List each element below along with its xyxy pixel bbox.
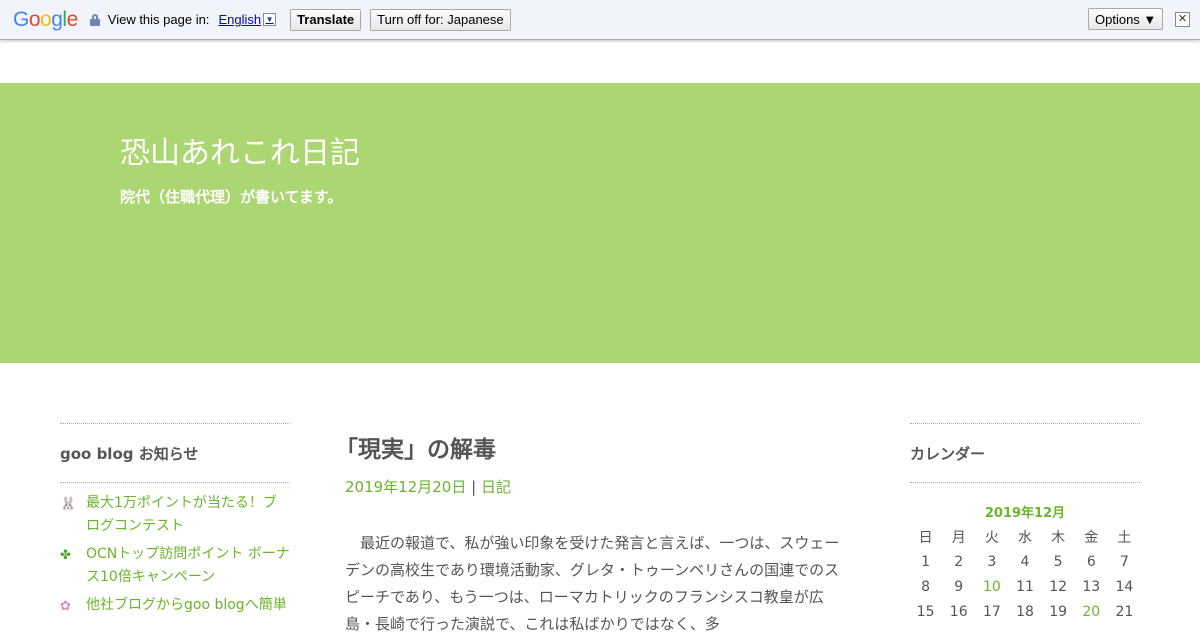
language-value[interactable]: English: [218, 12, 261, 27]
calendar-day: 7: [1119, 553, 1129, 570]
calendar-heading: カレンダー: [910, 445, 986, 463]
calendar-day: 12: [1049, 578, 1068, 595]
google-logo-letter: g: [51, 7, 63, 31]
list-item[interactable]: 🐰 最大1万ポイントが当たる！ブログコンテスト: [60, 492, 290, 538]
post: 「現実」の解毒 2019年12月20日 | 日記 最近の報道で、私が強い印象を受…: [335, 423, 845, 638]
blog-header: [0, 83, 1200, 363]
notice-heading: goo blog お知らせ: [60, 445, 199, 463]
calendar-day: 2: [954, 553, 964, 570]
turn-off-button[interactable]: Turn off for: Japanese: [370, 8, 511, 31]
calendar: 日月火水木金土 1 2 3 4 5 6 7 8 9 10 11 12 13 14 15 16 17 18 19 20 21: [909, 524, 1141, 624]
language-select[interactable]: English ▼: [218, 12, 277, 27]
google-logo-letter: o: [28, 7, 41, 31]
calendar-weekday: 土: [1117, 529, 1132, 546]
post-body: 最近の報道で、私が強い印象を受けた発言と言えば、一つは、スウェーデンの高校生であ…: [345, 534, 840, 633]
calendar-day: 9: [954, 578, 964, 595]
post-title[interactable]: 「現実」の解毒: [335, 423, 845, 464]
calendar-day-link[interactable]: 20: [1075, 599, 1108, 624]
right-sidebar: カレンダー 2019年12月 日月火水木金土 1 2 3 4 5 6 7 8 9 10 11 12 13 1…: [910, 423, 1140, 624]
notice-link[interactable]: OCNトップ訪問ポイント ボーナス10倍キャンペーン: [86, 543, 290, 589]
google-logo-letter: G: [13, 7, 29, 31]
google-logo-letter: o: [40, 7, 52, 31]
calendar-day: 3: [987, 553, 997, 570]
google-logo-letter: e: [66, 7, 79, 31]
notice-link[interactable]: 最大1万ポイントが当たる！ブログコンテスト: [86, 492, 290, 538]
notice-list: 🐰 最大1万ポイントが当たる！ブログコンテスト ✤ OCNトップ訪問ポイント ボ…: [60, 483, 290, 618]
calendar-day: 8: [921, 578, 931, 595]
calendar-day: 15: [916, 603, 935, 620]
post-date[interactable]: 2019年12月20日: [345, 478, 466, 496]
calendar-day: 19: [1049, 603, 1068, 620]
calendar-day: 6: [1086, 553, 1096, 570]
calendar-week: 8 9 10 11 12 13 14: [909, 574, 1141, 599]
site-title[interactable]: 恐山あれこれ日記: [120, 128, 360, 172]
calendar-weekday: 金: [1084, 529, 1099, 546]
translate-bar: Google View this page in: English ▼ Tran…: [0, 0, 1200, 40]
view-in-label: View this page in:: [107, 12, 210, 27]
calendar-day-link[interactable]: 10: [975, 574, 1008, 599]
close-icon[interactable]: ✕: [1175, 12, 1190, 27]
calendar-day: 11: [1016, 578, 1034, 595]
notice-link[interactable]: 他社ブログからgoo blogへ簡単: [86, 594, 287, 618]
calendar-day: 1: [921, 553, 931, 570]
meta-separator: |: [471, 478, 477, 496]
calendar-weekday-row: 日月火水木金土: [909, 524, 1141, 549]
translate-button[interactable]: Translate: [290, 8, 362, 31]
calendar-weekday: 火: [984, 529, 999, 546]
calendar-weekday: 木: [1051, 529, 1066, 546]
options-button[interactable]: Options ▼: [1088, 8, 1164, 30]
google-logo: Google: [13, 8, 78, 32]
calendar-day: 18: [1016, 603, 1034, 620]
lock-icon: [89, 13, 100, 26]
calendar-day: 14: [1115, 578, 1134, 595]
divider: [910, 482, 1140, 483]
clover-icon: ✤: [60, 548, 71, 563]
calendar-week: 15 16 17 18 19 20 21: [909, 599, 1141, 624]
site-description: 院代（住職代理）が書いてます。: [120, 188, 343, 206]
calendar-month[interactable]: 2019年12月: [910, 502, 1140, 521]
calendar-day: 17: [982, 603, 1001, 620]
calendar-day: 4: [1020, 553, 1030, 570]
list-item[interactable]: ✤ OCNトップ訪問ポイント ボーナス10倍キャンペーン: [60, 543, 290, 589]
list-item[interactable]: ✿ 他社ブログからgoo blogへ簡単: [60, 594, 290, 618]
left-sidebar: goo blog お知らせ 🐰 最大1万ポイントが当たる！ブログコンテスト ✤ …: [60, 423, 290, 623]
flower-icon: ✿: [60, 599, 71, 614]
chevron-down-icon[interactable]: ▼: [263, 13, 277, 26]
calendar-day: 5: [1053, 553, 1063, 570]
calendar-weekday: 日: [918, 529, 933, 546]
calendar-day: 16: [949, 603, 968, 620]
post-meta: 2019年12月20日 | 日記: [345, 476, 845, 497]
calendar-week: 1 2 3 4 5 6 7: [909, 549, 1141, 574]
post-category[interactable]: 日記: [481, 478, 511, 496]
rabbit-icon: 🐰: [60, 497, 77, 512]
calendar-weekday: 水: [1017, 529, 1032, 546]
calendar-day: 21: [1115, 603, 1134, 620]
calendar-day: 13: [1082, 578, 1101, 595]
calendar-weekday: 月: [951, 529, 966, 546]
